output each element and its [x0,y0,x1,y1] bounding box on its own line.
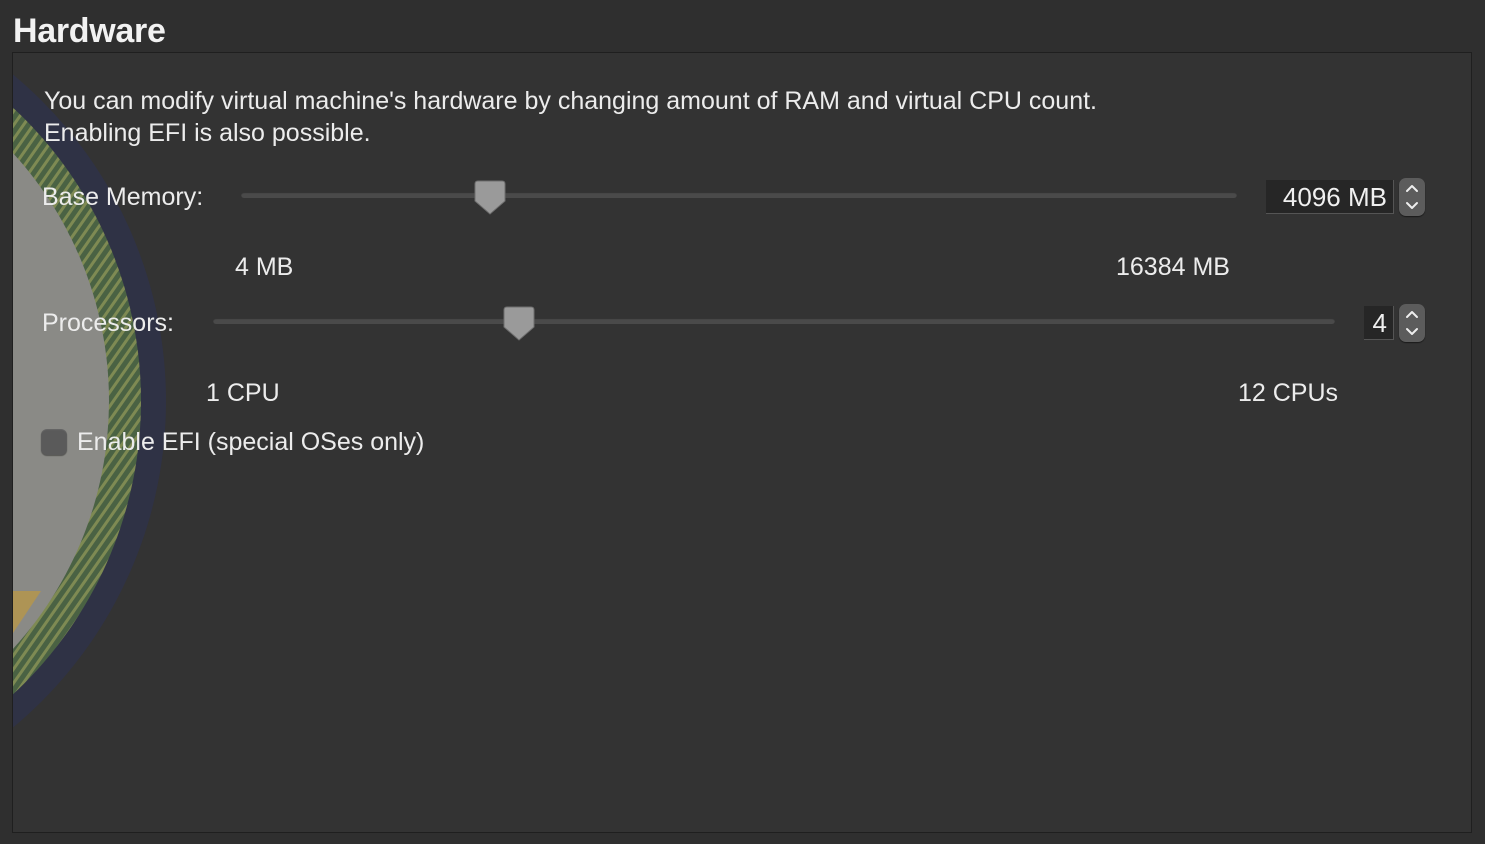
description-line-1: You can modify virtual machine's hardwar… [44,87,1098,115]
base-memory-label: Base Memory: [42,183,204,211]
processors-max-label: 12 CPUs [1238,379,1339,407]
processors-label: Processors: [42,309,174,337]
chevron-down-icon[interactable] [1399,323,1425,341]
enable-efi-label[interactable]: Enable EFI (special OSes only) [77,428,424,457]
chevron-up-icon[interactable] [1399,179,1425,197]
description-text: You can modify virtual machine's hardwar… [44,85,1097,149]
description-line-2: Enabling EFI is also possible. [44,119,371,147]
processors-slider-thumb[interactable] [503,306,535,342]
chevron-down-icon[interactable] [1399,197,1425,215]
processors-min-label: 1 CPU [206,379,280,407]
base-memory-value-field[interactable]: 4096 MB [1266,180,1394,214]
base-memory-min-label: 4 MB [235,253,294,281]
processors-stepper[interactable] [1399,304,1425,342]
page-title: Hardware [13,12,166,50]
enable-efi-checkbox[interactable] [41,429,67,455]
base-memory-slider[interactable] [241,192,1237,198]
processors-slider[interactable] [213,318,1335,324]
base-memory-stepper[interactable] [1399,178,1425,216]
base-memory-slider-thumb[interactable] [474,180,506,216]
hardware-panel: You can modify virtual machine's hardwar… [12,52,1472,833]
processors-value-field[interactable]: 4 [1364,306,1394,340]
base-memory-max-label: 16384 MB [1116,253,1230,281]
chevron-up-icon[interactable] [1399,305,1425,323]
